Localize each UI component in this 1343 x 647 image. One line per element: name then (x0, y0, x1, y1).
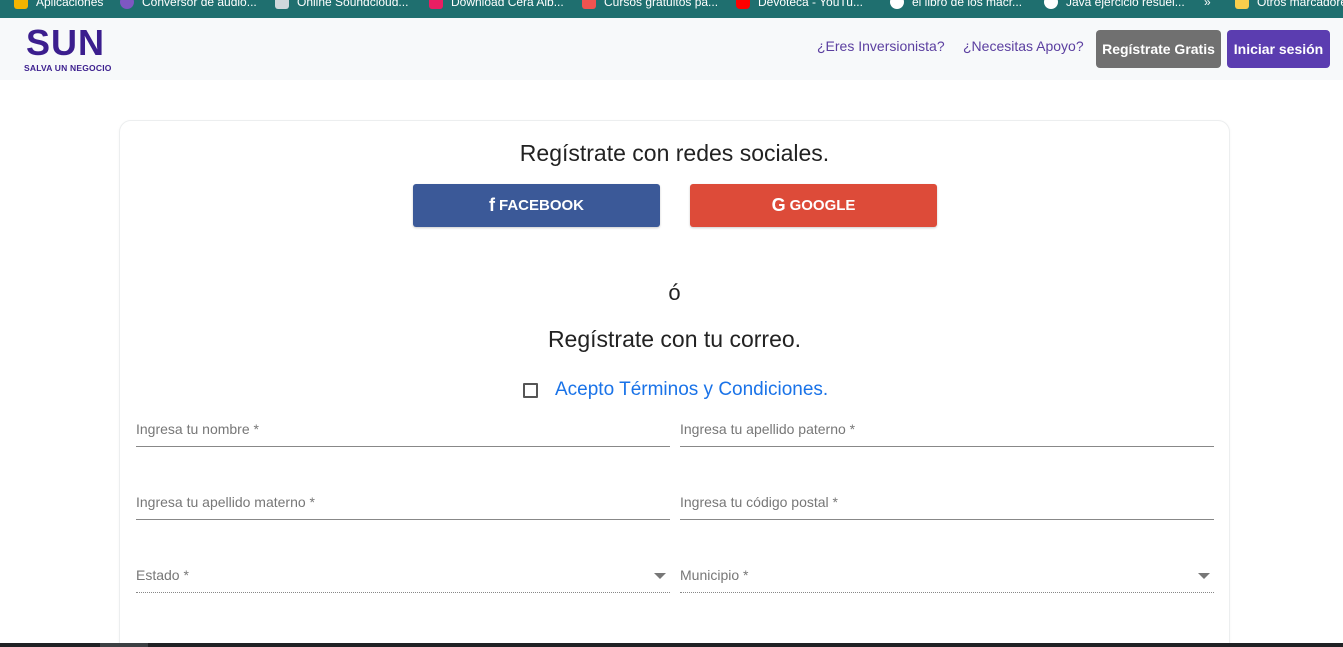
apellido-materno-field[interactable]: Ingresa tu apellido materno * (136, 490, 670, 520)
more-icon: » (1204, 0, 1211, 9)
google-icon: G (771, 195, 786, 215)
bookmark-libro[interactable]: el libro de los macr... (890, 0, 1022, 11)
apps-grid-icon (14, 0, 28, 9)
codigo-postal-label: Ingresa tu código postal * (680, 494, 838, 510)
logo[interactable]: SUN SALVA UN NEGOCIO (24, 22, 112, 74)
apellido-paterno-field[interactable]: Ingresa tu apellido paterno * (680, 417, 1214, 447)
nombre-field[interactable]: Ingresa tu nombre * (136, 417, 670, 447)
login-button[interactable]: Iniciar sesión (1227, 30, 1330, 68)
terms-checkbox[interactable] (523, 382, 538, 398)
bookmarks-bar: Aplicaciones Conversor de audio... Onlin… (0, 0, 1343, 18)
download-icon (429, 0, 443, 9)
google-label: GOOGLE (789, 197, 856, 214)
codigo-postal-field[interactable]: Ingresa tu código postal * (680, 490, 1214, 520)
estado-select[interactable]: Estado * (136, 563, 670, 593)
municipio-label: Municipio * (680, 567, 749, 583)
java-icon (1044, 0, 1058, 9)
folder-icon (1235, 0, 1249, 9)
support-link[interactable]: ¿Necesitas Apoyo? (963, 38, 1084, 54)
chevron-down-icon (654, 573, 666, 579)
social-heading: Regístrate con redes sociales. (519, 140, 830, 166)
estado-label: Estado * (136, 567, 189, 583)
or-separator: ó (668, 280, 681, 305)
google-button[interactable]: G GOOGLE (690, 184, 937, 227)
chevron-down-icon (1198, 573, 1210, 579)
bookmark-otros[interactable]: Otros marcadores (1235, 0, 1343, 11)
terms-link[interactable]: Acepto Términos y Condiciones. (555, 379, 828, 401)
bookmarks-overflow[interactable]: » (1204, 0, 1211, 11)
nombre-label: Ingresa tu nombre * (136, 421, 259, 437)
bookmark-java[interactable]: Java ejercicio resuel... (1044, 0, 1185, 11)
email-heading: Regístrate con tu correo. (547, 326, 802, 352)
apellido-paterno-label: Ingresa tu apellido paterno * (680, 421, 856, 437)
municipio-select[interactable]: Municipio * (680, 563, 1214, 593)
apellido-materno-label: Ingresa tu apellido materno * (136, 494, 315, 510)
bookmark-cursos[interactable]: Cursos gratuitos pa... (582, 0, 718, 11)
bookmark-soundcloud[interactable]: Online Soundcloud... (275, 0, 408, 11)
course-icon (582, 0, 596, 9)
book-icon (890, 0, 904, 9)
taskbar-strip (0, 643, 1343, 647)
navbar: SUN SALVA UN NEGOCIO ¿Eres Inversionista… (0, 18, 1343, 80)
youtube-icon (736, 0, 750, 9)
bookmark-conversor[interactable]: Conversor de audio... (120, 0, 257, 11)
facebook-icon: f (488, 195, 495, 215)
investor-link[interactable]: ¿Eres Inversionista? (817, 38, 945, 54)
registration-card: Regístrate con redes sociales. f FACEBOO… (119, 120, 1230, 647)
bookmark-aplicaciones[interactable]: Aplicaciones (14, 0, 103, 11)
facebook-label: FACEBOOK (498, 197, 584, 214)
logo-tagline: SALVA UN NEGOCIO (24, 63, 112, 73)
bookmark-download[interactable]: Download Cera Alb... (429, 0, 564, 11)
taskbar-item[interactable] (100, 643, 148, 647)
globe-icon (120, 0, 134, 9)
facebook-button[interactable]: f FACEBOOK (413, 184, 660, 227)
bookmark-devoteca[interactable]: Devoteca - YouTu... (736, 0, 863, 11)
register-button[interactable]: Regístrate Gratis (1096, 30, 1221, 68)
terms-row: Acepto Términos y Condiciones. (523, 379, 828, 401)
page-icon (275, 0, 289, 9)
logo-text: SUN (26, 22, 106, 63)
